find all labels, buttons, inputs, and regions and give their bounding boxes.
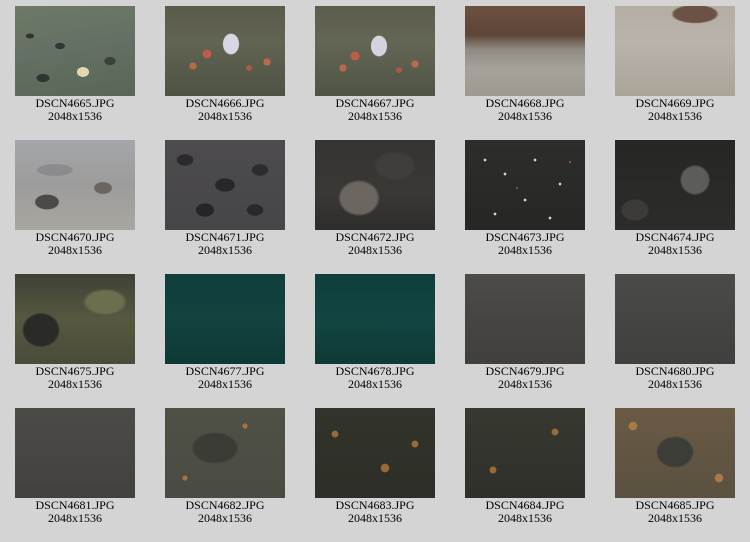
- thumbnail-caption: DSCN4680.JPG 2048x1536: [600, 365, 750, 391]
- image-dimensions: 2048x1536: [648, 243, 702, 257]
- gallery-item[interactable]: DSCN4677.JPG 2048x1536: [150, 268, 300, 402]
- gallery-item[interactable]: DSCN4683.JPG 2048x1536: [300, 402, 450, 536]
- image-dimensions: 2048x1536: [348, 511, 402, 525]
- image-dimensions: 2048x1536: [48, 109, 102, 123]
- thumbnail-image[interactable]: [15, 6, 135, 96]
- thumbnail-gallery: DSCN4665.JPG 2048x1536 DSCN4666.JPG 2048…: [0, 0, 750, 542]
- gallery-item[interactable]: DSCN4681.JPG 2048x1536: [0, 402, 150, 536]
- thumbnail-image[interactable]: [165, 274, 285, 364]
- image-dimensions: 2048x1536: [198, 243, 252, 257]
- image-dimensions: 2048x1536: [648, 109, 702, 123]
- image-dimensions: 2048x1536: [498, 377, 552, 391]
- image-dimensions: 2048x1536: [48, 243, 102, 257]
- gallery-item[interactable]: DSCN4667.JPG 2048x1536: [300, 0, 450, 134]
- thumbnail-caption: DSCN4672.JPG 2048x1536: [300, 231, 450, 257]
- thumbnail-image[interactable]: [165, 140, 285, 230]
- gallery-item[interactable]: DSCN4668.JPG 2048x1536: [450, 0, 600, 134]
- thumbnail-caption: DSCN4684.JPG 2048x1536: [450, 499, 600, 525]
- image-dimensions: 2048x1536: [648, 511, 702, 525]
- thumbnail-image[interactable]: [465, 408, 585, 498]
- thumbnail-image[interactable]: [465, 274, 585, 364]
- image-dimensions: 2048x1536: [348, 243, 402, 257]
- thumbnail-image[interactable]: [15, 274, 135, 364]
- thumbnail-caption: DSCN4685.JPG 2048x1536: [600, 499, 750, 525]
- gallery-item[interactable]: DSCN4671.JPG 2048x1536: [150, 134, 300, 268]
- thumbnail-caption: DSCN4668.JPG 2048x1536: [450, 97, 600, 123]
- thumbnail-image[interactable]: [315, 274, 435, 364]
- thumbnail-image[interactable]: [465, 140, 585, 230]
- thumbnail-caption: DSCN4677.JPG 2048x1536: [150, 365, 300, 391]
- image-dimensions: 2048x1536: [48, 511, 102, 525]
- thumbnail-caption: DSCN4667.JPG 2048x1536: [300, 97, 450, 123]
- thumbnail-image[interactable]: [465, 6, 585, 96]
- thumbnail-caption: DSCN4681.JPG 2048x1536: [0, 499, 150, 525]
- thumbnail-caption: DSCN4675.JPG 2048x1536: [0, 365, 150, 391]
- thumbnail-image[interactable]: [615, 274, 735, 364]
- gallery-item[interactable]: DSCN4682.JPG 2048x1536: [150, 402, 300, 536]
- gallery-item[interactable]: DSCN4675.JPG 2048x1536: [0, 268, 150, 402]
- gallery-item[interactable]: DSCN4680.JPG 2048x1536: [600, 268, 750, 402]
- thumbnail-caption: DSCN4674.JPG 2048x1536: [600, 231, 750, 257]
- thumbnail-image[interactable]: [15, 408, 135, 498]
- gallery-item[interactable]: DSCN4678.JPG 2048x1536: [300, 268, 450, 402]
- thumbnail-image[interactable]: [615, 6, 735, 96]
- thumbnail-image[interactable]: [615, 408, 735, 498]
- thumbnail-image[interactable]: [315, 140, 435, 230]
- thumbnail-caption: DSCN4671.JPG 2048x1536: [150, 231, 300, 257]
- gallery-item[interactable]: DSCN4684.JPG 2048x1536: [450, 402, 600, 536]
- thumbnail-image[interactable]: [315, 6, 435, 96]
- image-dimensions: 2048x1536: [198, 511, 252, 525]
- thumbnail-caption: DSCN4670.JPG 2048x1536: [0, 231, 150, 257]
- gallery-item[interactable]: DSCN4674.JPG 2048x1536: [600, 134, 750, 268]
- thumbnail-image[interactable]: [315, 408, 435, 498]
- thumbnail-caption: DSCN4679.JPG 2048x1536: [450, 365, 600, 391]
- gallery-item[interactable]: DSCN4669.JPG 2048x1536: [600, 0, 750, 134]
- gallery-item[interactable]: DSCN4672.JPG 2048x1536: [300, 134, 450, 268]
- image-dimensions: 2048x1536: [498, 243, 552, 257]
- gallery-item[interactable]: DSCN4670.JPG 2048x1536: [0, 134, 150, 268]
- gallery-item[interactable]: DSCN4666.JPG 2048x1536: [150, 0, 300, 134]
- thumbnail-image[interactable]: [165, 6, 285, 96]
- image-dimensions: 2048x1536: [348, 377, 402, 391]
- image-dimensions: 2048x1536: [648, 377, 702, 391]
- image-dimensions: 2048x1536: [198, 377, 252, 391]
- image-dimensions: 2048x1536: [498, 511, 552, 525]
- gallery-item[interactable]: DSCN4679.JPG 2048x1536: [450, 268, 600, 402]
- image-dimensions: 2048x1536: [348, 109, 402, 123]
- gallery-item[interactable]: DSCN4665.JPG 2048x1536: [0, 0, 150, 134]
- gallery-item[interactable]: DSCN4673.JPG 2048x1536: [450, 134, 600, 268]
- thumbnail-image[interactable]: [15, 140, 135, 230]
- thumbnail-caption: DSCN4669.JPG 2048x1536: [600, 97, 750, 123]
- thumbnail-caption: DSCN4678.JPG 2048x1536: [300, 365, 450, 391]
- image-dimensions: 2048x1536: [48, 377, 102, 391]
- thumbnail-caption: DSCN4683.JPG 2048x1536: [300, 499, 450, 525]
- thumbnail-caption: DSCN4682.JPG 2048x1536: [150, 499, 300, 525]
- image-dimensions: 2048x1536: [498, 109, 552, 123]
- thumbnail-caption: DSCN4673.JPG 2048x1536: [450, 231, 600, 257]
- image-dimensions: 2048x1536: [198, 109, 252, 123]
- thumbnail-image[interactable]: [615, 140, 735, 230]
- thumbnail-image[interactable]: [165, 408, 285, 498]
- thumbnail-caption: DSCN4666.JPG 2048x1536: [150, 97, 300, 123]
- gallery-item[interactable]: DSCN4685.JPG 2048x1536: [600, 402, 750, 536]
- thumbnail-caption: DSCN4665.JPG 2048x1536: [0, 97, 150, 123]
